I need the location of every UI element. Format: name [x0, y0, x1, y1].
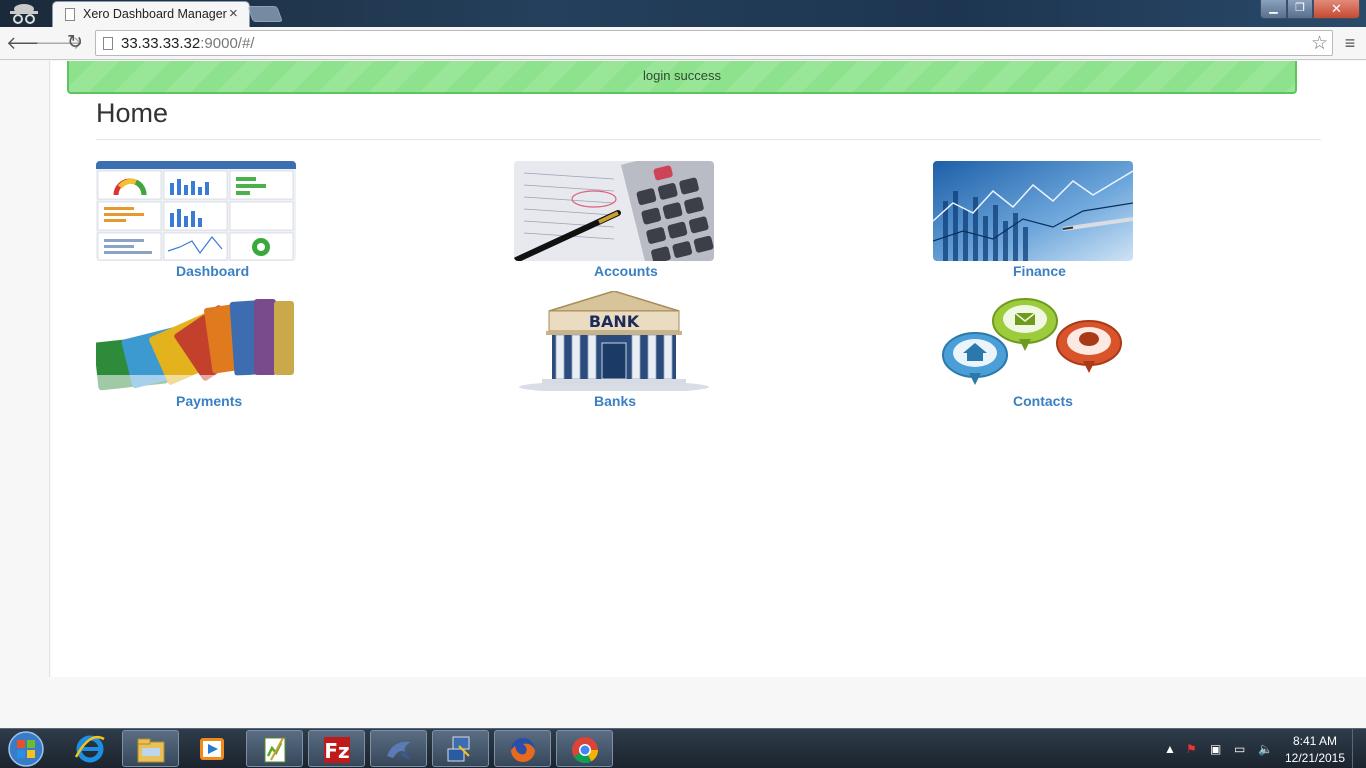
close-window-button[interactable]: ✕ — [1313, 0, 1360, 19]
tile-payments[interactable]: Payments — [96, 291, 296, 411]
page-title: Home — [96, 98, 169, 128]
tile-label-banks[interactable]: Banks — [594, 393, 636, 409]
taskbar-file-explorer[interactable] — [122, 730, 179, 767]
windows-taskbar: Fz ▲ ⚑ ▣ ▭ 🔈 8:41 AM 12/21/2015 — [0, 728, 1366, 768]
url-text[interactable]: 33.33.33.32:9000/#/ — [121, 35, 254, 52]
browser-toolbar: 🡐 🡒 ↻ 33.33.33.32:9000/#/ ☆ ≡ — [0, 27, 1366, 60]
taskbar-filezilla[interactable]: Fz — [308, 730, 365, 767]
internet-explorer-icon — [74, 735, 105, 763]
browser-title-bar: Xero Dashboard Manager × ▁ ❐ ✕ — [0, 0, 1366, 27]
incognito-icon — [4, 0, 44, 26]
bookmark-star-icon[interactable]: ☆ — [1311, 32, 1328, 55]
folder-icon — [137, 738, 165, 763]
taskbar-notepad-plus[interactable] — [246, 730, 303, 767]
tile-finance[interactable]: Finance — [933, 161, 1133, 281]
device-icon[interactable]: ▣ — [1210, 742, 1221, 756]
dashboard-screenshot-image[interactable] — [96, 161, 296, 261]
alert-message: login success — [642, 68, 722, 83]
bank-sign-text: BANK — [589, 312, 640, 331]
address-bar[interactable]: 33.33.33.32:9000/#/ ☆ — [95, 30, 1333, 56]
tab-xero-dashboard[interactable]: Xero Dashboard Manager × — [52, 1, 250, 27]
filezilla-icon: Fz — [324, 737, 350, 763]
finance-chart-image[interactable] — [933, 161, 1133, 261]
divider — [96, 139, 1321, 140]
taskbar-media-player[interactable] — [184, 730, 241, 767]
calculator-pen-image[interactable] — [514, 161, 714, 261]
credit-cards-image[interactable] — [96, 291, 296, 391]
clock-time[interactable]: 8:41 AM — [1290, 734, 1340, 748]
tab-title: Xero Dashboard Manager — [83, 7, 227, 21]
chrome-icon — [572, 737, 599, 764]
contact-pins-image[interactable] — [933, 291, 1133, 391]
back-arrow-icon[interactable]: 🡐 — [6, 31, 54, 55]
firefox-icon — [511, 738, 535, 762]
tile-accounts[interactable]: Accounts — [514, 161, 714, 281]
tile-label-accounts[interactable]: Accounts — [594, 263, 658, 279]
tab-close-icon[interactable]: × — [229, 5, 238, 22]
url-path: :9000/#/ — [200, 35, 255, 52]
tile-label-finance[interactable]: Finance — [1013, 263, 1066, 279]
taskbar-firefox[interactable] — [494, 730, 551, 767]
taskbar-remote-desktop[interactable] — [432, 730, 489, 767]
network-icon[interactable]: ▭ — [1234, 742, 1245, 756]
main-content: login success Home Dashboard Accounts Fi… — [51, 61, 1366, 677]
tile-label-payments[interactable]: Payments — [176, 393, 242, 409]
network-computer-icon — [447, 736, 470, 762]
menu-icon[interactable]: ≡ — [1341, 32, 1359, 54]
svg-text:Fz: Fz — [324, 739, 349, 763]
tile-contacts[interactable]: Contacts — [933, 291, 1133, 411]
taskbar-internet-explorer[interactable] — [62, 730, 119, 767]
tile-dashboard[interactable]: Dashboard — [96, 161, 296, 281]
taskbar-chrome[interactable] — [556, 730, 613, 767]
taskbar-mysql-workbench[interactable] — [370, 730, 427, 767]
action-center-flag-icon[interactable]: ⚑ — [1186, 742, 1197, 756]
media-player-icon — [200, 738, 224, 760]
sidebar — [0, 61, 50, 677]
dolphin-icon — [387, 741, 411, 760]
tile-label-dashboard[interactable]: Dashboard — [176, 263, 249, 279]
clock-date[interactable]: 12/21/2015 — [1282, 751, 1348, 765]
reload-icon[interactable]: ↻ — [64, 31, 86, 55]
tile-label-contacts[interactable]: Contacts — [1013, 393, 1073, 409]
volume-icon[interactable]: 🔈 — [1258, 742, 1273, 756]
page-viewport: login success Home Dashboard Accounts Fi… — [0, 61, 1366, 728]
show-hidden-icons-icon[interactable]: ▲ — [1164, 742, 1176, 756]
page-icon — [65, 8, 75, 21]
minimize-button[interactable]: ▁ — [1260, 0, 1287, 19]
notepad-icon — [264, 737, 286, 763]
bank-building-image[interactable]: BANK — [514, 291, 714, 391]
forward-arrow-icon[interactable]: 🡒 — [35, 31, 83, 55]
success-alert: login success — [67, 61, 1297, 94]
page-icon — [103, 37, 113, 50]
start-button[interactable] — [6, 730, 46, 768]
url-host: 33.33.33.32 — [121, 35, 201, 52]
maximize-button[interactable]: ❐ — [1287, 0, 1313, 19]
show-desktop-button[interactable] — [1352, 729, 1366, 768]
new-tab-button[interactable] — [247, 6, 283, 22]
tile-banks[interactable]: BANK Banks — [514, 291, 714, 411]
